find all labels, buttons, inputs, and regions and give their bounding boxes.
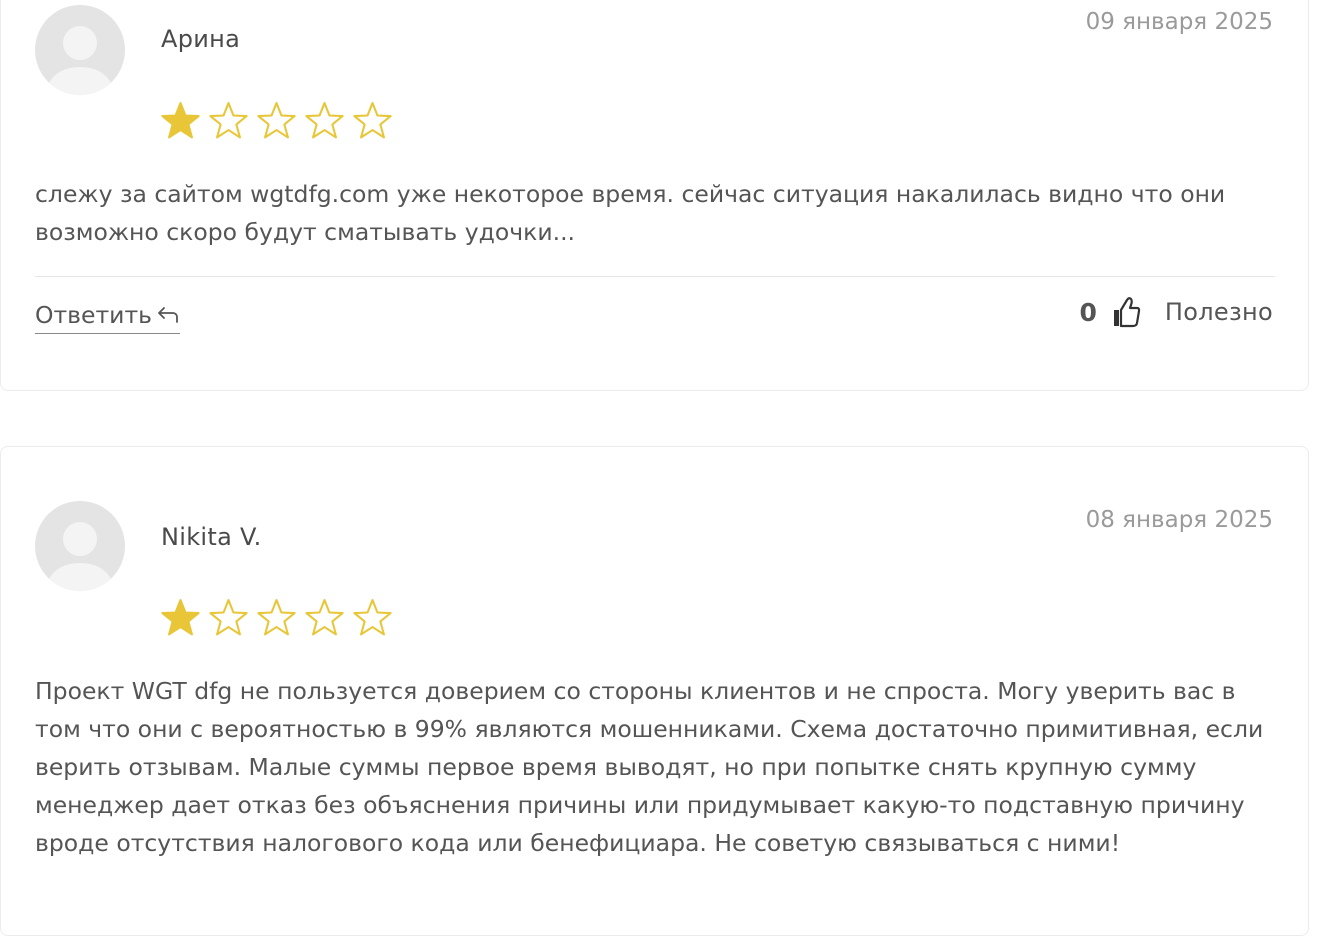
star-outline-icon	[304, 598, 345, 638]
like-count: 0	[1079, 297, 1097, 327]
rating-stars	[160, 101, 393, 141]
star-filled-icon	[160, 598, 201, 638]
star-outline-icon	[304, 101, 345, 141]
review-card: Nikita V. 08 января 2025 Проект WGT dfg …	[0, 446, 1309, 936]
review-date: 09 января 2025	[1085, 9, 1273, 35]
review-card: Арина 09 января 2025 слежу за сайтом wgt…	[0, 0, 1309, 391]
rating-stars	[160, 598, 393, 638]
star-outline-icon	[352, 101, 393, 141]
star-outline-icon	[208, 598, 249, 638]
review-text: слежу за сайтом wgtdfg.com уже некоторое…	[35, 180, 1226, 246]
review-text: Проект WGT dfg не пользуется доверием со…	[35, 677, 1264, 857]
useful-block: 0 Полезно	[1080, 296, 1273, 328]
star-outline-icon	[256, 598, 297, 638]
divider	[35, 276, 1275, 277]
star-outline-icon	[256, 101, 297, 141]
avatar-placeholder-icon	[35, 501, 125, 591]
reply-arrow-icon	[156, 305, 180, 325]
review-author: Арина	[161, 25, 241, 53]
thumbs-up-icon[interactable]	[1111, 296, 1141, 328]
reply-label: Ответить	[35, 301, 152, 329]
review-date: 08 января 2025	[1085, 507, 1273, 533]
useful-label: Полезно	[1164, 298, 1273, 326]
review-author: Nikita V.	[161, 523, 262, 551]
reply-button[interactable]: Ответить	[35, 301, 180, 334]
star-outline-icon	[352, 598, 393, 638]
avatar-placeholder-icon	[35, 5, 125, 95]
star-outline-icon	[208, 101, 249, 141]
star-filled-icon	[160, 101, 201, 141]
